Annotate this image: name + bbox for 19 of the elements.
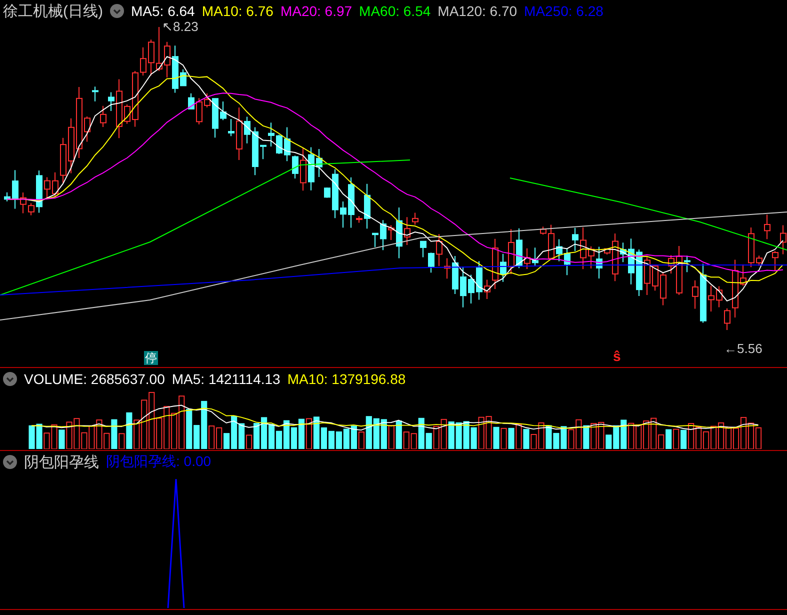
suspension-badge: 停 — [144, 351, 158, 365]
indicator-value: MA250: 6.28 — [524, 3, 604, 19]
dropdown-icon[interactable] — [3, 455, 17, 469]
indicator-value: MA10: 6.76 — [202, 3, 274, 19]
dropdown-icon[interactable] — [110, 4, 124, 18]
indicator-value: MA120: 6.70 — [438, 3, 518, 19]
dropdown-icon[interactable] — [3, 372, 17, 386]
low-price-label: ←5.56 — [724, 341, 762, 356]
high-price-label: ↖8.23 — [162, 19, 198, 34]
indicator-value: MA10: 1379196.88 — [287, 371, 406, 387]
indicator-value: MA60: 6.54 — [359, 3, 431, 19]
indicator-value: MA20: 6.97 — [280, 3, 352, 19]
indicator-value: VOLUME: 2685637.00 — [24, 371, 165, 387]
indicator-value: MA5: 1421114.13 — [172, 371, 280, 387]
indicator-title: 阴包阳孕线 — [24, 452, 99, 472]
signal-marker: ŝ — [613, 348, 621, 364]
indicator-value: 阴包阳孕线: 0.00 — [106, 453, 212, 471]
stock-title: 徐工机械(日线) — [3, 2, 103, 20]
indicator-value: MA5: 6.64 — [131, 3, 195, 19]
